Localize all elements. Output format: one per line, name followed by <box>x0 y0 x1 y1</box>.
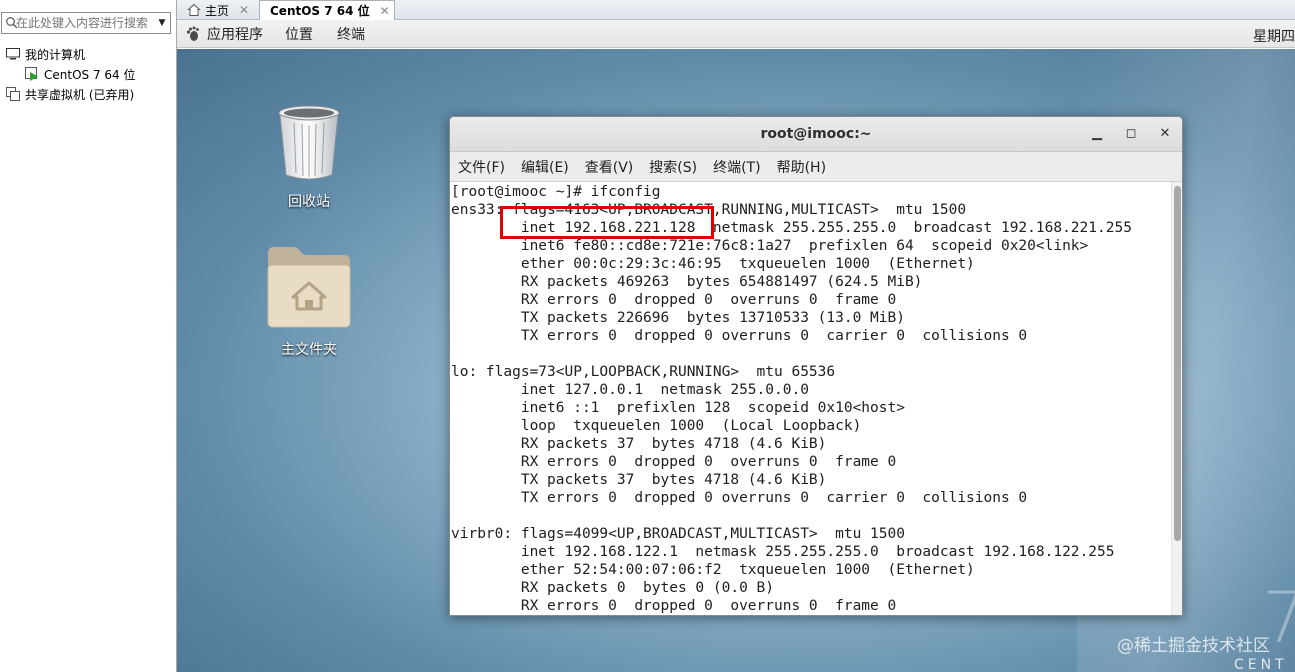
close-icon[interactable]: ✕ <box>239 3 249 17</box>
terminal-line: RX errors 0 dropped 0 overruns 0 frame 0 <box>451 292 897 308</box>
tab-label: CentOS 7 64 位 <box>270 4 370 18</box>
maximize-button[interactable]: ◻ <box>1122 125 1140 143</box>
menu-file[interactable]: 文件(F) <box>458 157 505 177</box>
library-panel: ▼ 我的计算机 CentOS 7 64 位 共享虚拟机 (已弃用) <box>0 0 177 672</box>
tab-label: 主页 <box>205 3 230 18</box>
close-button[interactable]: ✕ <box>1156 125 1174 143</box>
tab-centos-vm[interactable]: CentOS 7 64 位 ✕ <box>259 0 395 20</box>
watermark: @稀土掘金技术社区 <box>1117 636 1270 656</box>
terminal-line: TX packets 37 bytes 4718 (4.6 KiB) <box>451 472 827 488</box>
terminal-line: loop txqueuelen 1000 (Local Loopback) <box>451 418 862 434</box>
terminal-titlebar[interactable]: root@imooc:~ ▁ ◻ ✕ <box>450 117 1182 152</box>
terminal-line: lo: flags=73<UP,LOOPBACK,RUNNING> mtu 65… <box>451 364 836 380</box>
menu-applications[interactable]: 应用程序 <box>207 24 263 44</box>
desktop-icon-home-folder[interactable]: 主文件夹 <box>254 245 364 359</box>
terminal-line: TX errors 0 dropped 0 overruns 0 carrier… <box>451 328 1028 344</box>
menu-places[interactable]: 位置 <box>285 24 313 44</box>
computer-icon <box>6 48 20 60</box>
desktop-icon-trash[interactable]: 回收站 <box>254 103 364 211</box>
terminal-line: RX errors 0 dropped 0 overruns 0 frame 0 <box>451 454 897 470</box>
vm-running-icon <box>25 67 38 81</box>
gnome-foot-icon <box>186 26 199 41</box>
vm-tab-bar: 主页 ✕ CentOS 7 64 位 ✕ <box>177 0 1295 20</box>
terminal-line: inet6 fe80::cd8e:721e:76c8:1a27 prefixle… <box>451 238 1089 254</box>
terminal-line: [root@imooc ~]# ifconfig <box>451 184 661 200</box>
tree-item-my-computer[interactable]: 我的计算机 <box>5 45 85 63</box>
terminal-line: RX packets 0 bytes 0 (0.0 B) <box>451 580 775 596</box>
home-folder-icon <box>267 247 351 328</box>
menu-terminal[interactable]: 终端 <box>337 24 365 44</box>
tab-home[interactable]: 主页 ✕ <box>181 0 261 20</box>
menu-search[interactable]: 搜索(S) <box>649 157 697 177</box>
centos-logo-text: CENT <box>1234 657 1288 672</box>
terminal-scrollbar[interactable] <box>1171 182 1182 615</box>
terminal-text: [root@imooc ~]# ifconfig ens33: flags=416… <box>451 183 1132 615</box>
desktop-icon-label: 回收站 <box>288 194 330 210</box>
terminal-line: TX errors 0 dropped 0 overruns 0 carrier… <box>451 490 1028 506</box>
terminal-window[interactable]: root@imooc:~ ▁ ◻ ✕ 文件(F) 编辑(E) 查看(V) 搜索(… <box>449 116 1183 616</box>
library-search-box[interactable]: ▼ <box>1 12 171 34</box>
home-icon <box>187 3 201 16</box>
terminal-line: virbr0: flags=4099<UP,BROADCAST,MULTICAS… <box>451 526 905 542</box>
terminal-line: RX packets 37 bytes 4718 (4.6 KiB) <box>451 436 827 452</box>
library-search-input[interactable] <box>16 15 154 31</box>
terminal-line: ether 00:0c:29:3c:46:95 txqueuelen 1000 … <box>451 256 975 272</box>
tree-item-shared-vms[interactable]: 共享虚拟机 (已弃用) <box>5 85 134 103</box>
terminal-line: ether 52:54:00:07:06:f2 txqueuelen 1000 … <box>451 562 975 578</box>
desktop-icon-label: 主文件夹 <box>281 342 337 358</box>
gnome-top-bar: 应用程序 位置 终端 星期四 <box>177 20 1295 48</box>
minimize-button[interactable]: ▁ <box>1088 125 1106 143</box>
menu-terminal[interactable]: 终端(T) <box>713 157 760 177</box>
tree-item-label: CentOS 7 64 位 <box>44 67 136 82</box>
chevron-down-icon[interactable]: ▼ <box>155 14 169 32</box>
menu-edit[interactable]: 编辑(E) <box>521 157 569 177</box>
terminal-line: RX errors 0 dropped 0 overruns 0 frame 0 <box>451 598 897 614</box>
menu-view[interactable]: 查看(V) <box>585 157 634 177</box>
trash-icon <box>278 105 340 180</box>
clock[interactable]: 星期四 <box>1253 26 1295 46</box>
scrollbar-thumb[interactable] <box>1174 186 1181 541</box>
tree-item-centos-vm[interactable]: CentOS 7 64 位 <box>24 65 135 83</box>
terminal-line: TX packets 226696 bytes 13710533 (13.0 M… <box>451 310 905 326</box>
menu-help[interactable]: 帮助(H) <box>777 157 826 177</box>
shared-vm-icon <box>6 87 20 101</box>
window-title: root@imooc:~ <box>760 126 872 142</box>
terminal-line: inet6 ::1 prefixlen 128 scopeid 0x10<hos… <box>451 400 905 416</box>
terminal-line: inet 127.0.0.1 netmask 255.0.0.0 <box>451 382 809 398</box>
close-icon[interactable]: ✕ <box>380 4 390 18</box>
ip-address-highlight-box <box>500 206 714 239</box>
terminal-menubar: 文件(F) 编辑(E) 查看(V) 搜索(S) 终端(T) 帮助(H) <box>450 152 1182 182</box>
terminal-line: RX packets 469263 bytes 654881497 (624.5… <box>451 274 923 290</box>
tree-item-label: 共享虚拟机 (已弃用) <box>25 87 135 102</box>
terminal-output[interactable]: [root@imooc ~]# ifconfig ens33: flags=416… <box>450 182 1170 615</box>
terminal-line: inet 192.168.122.1 netmask 255.255.255.0… <box>451 544 1115 560</box>
tree-item-label: 我的计算机 <box>25 47 86 62</box>
